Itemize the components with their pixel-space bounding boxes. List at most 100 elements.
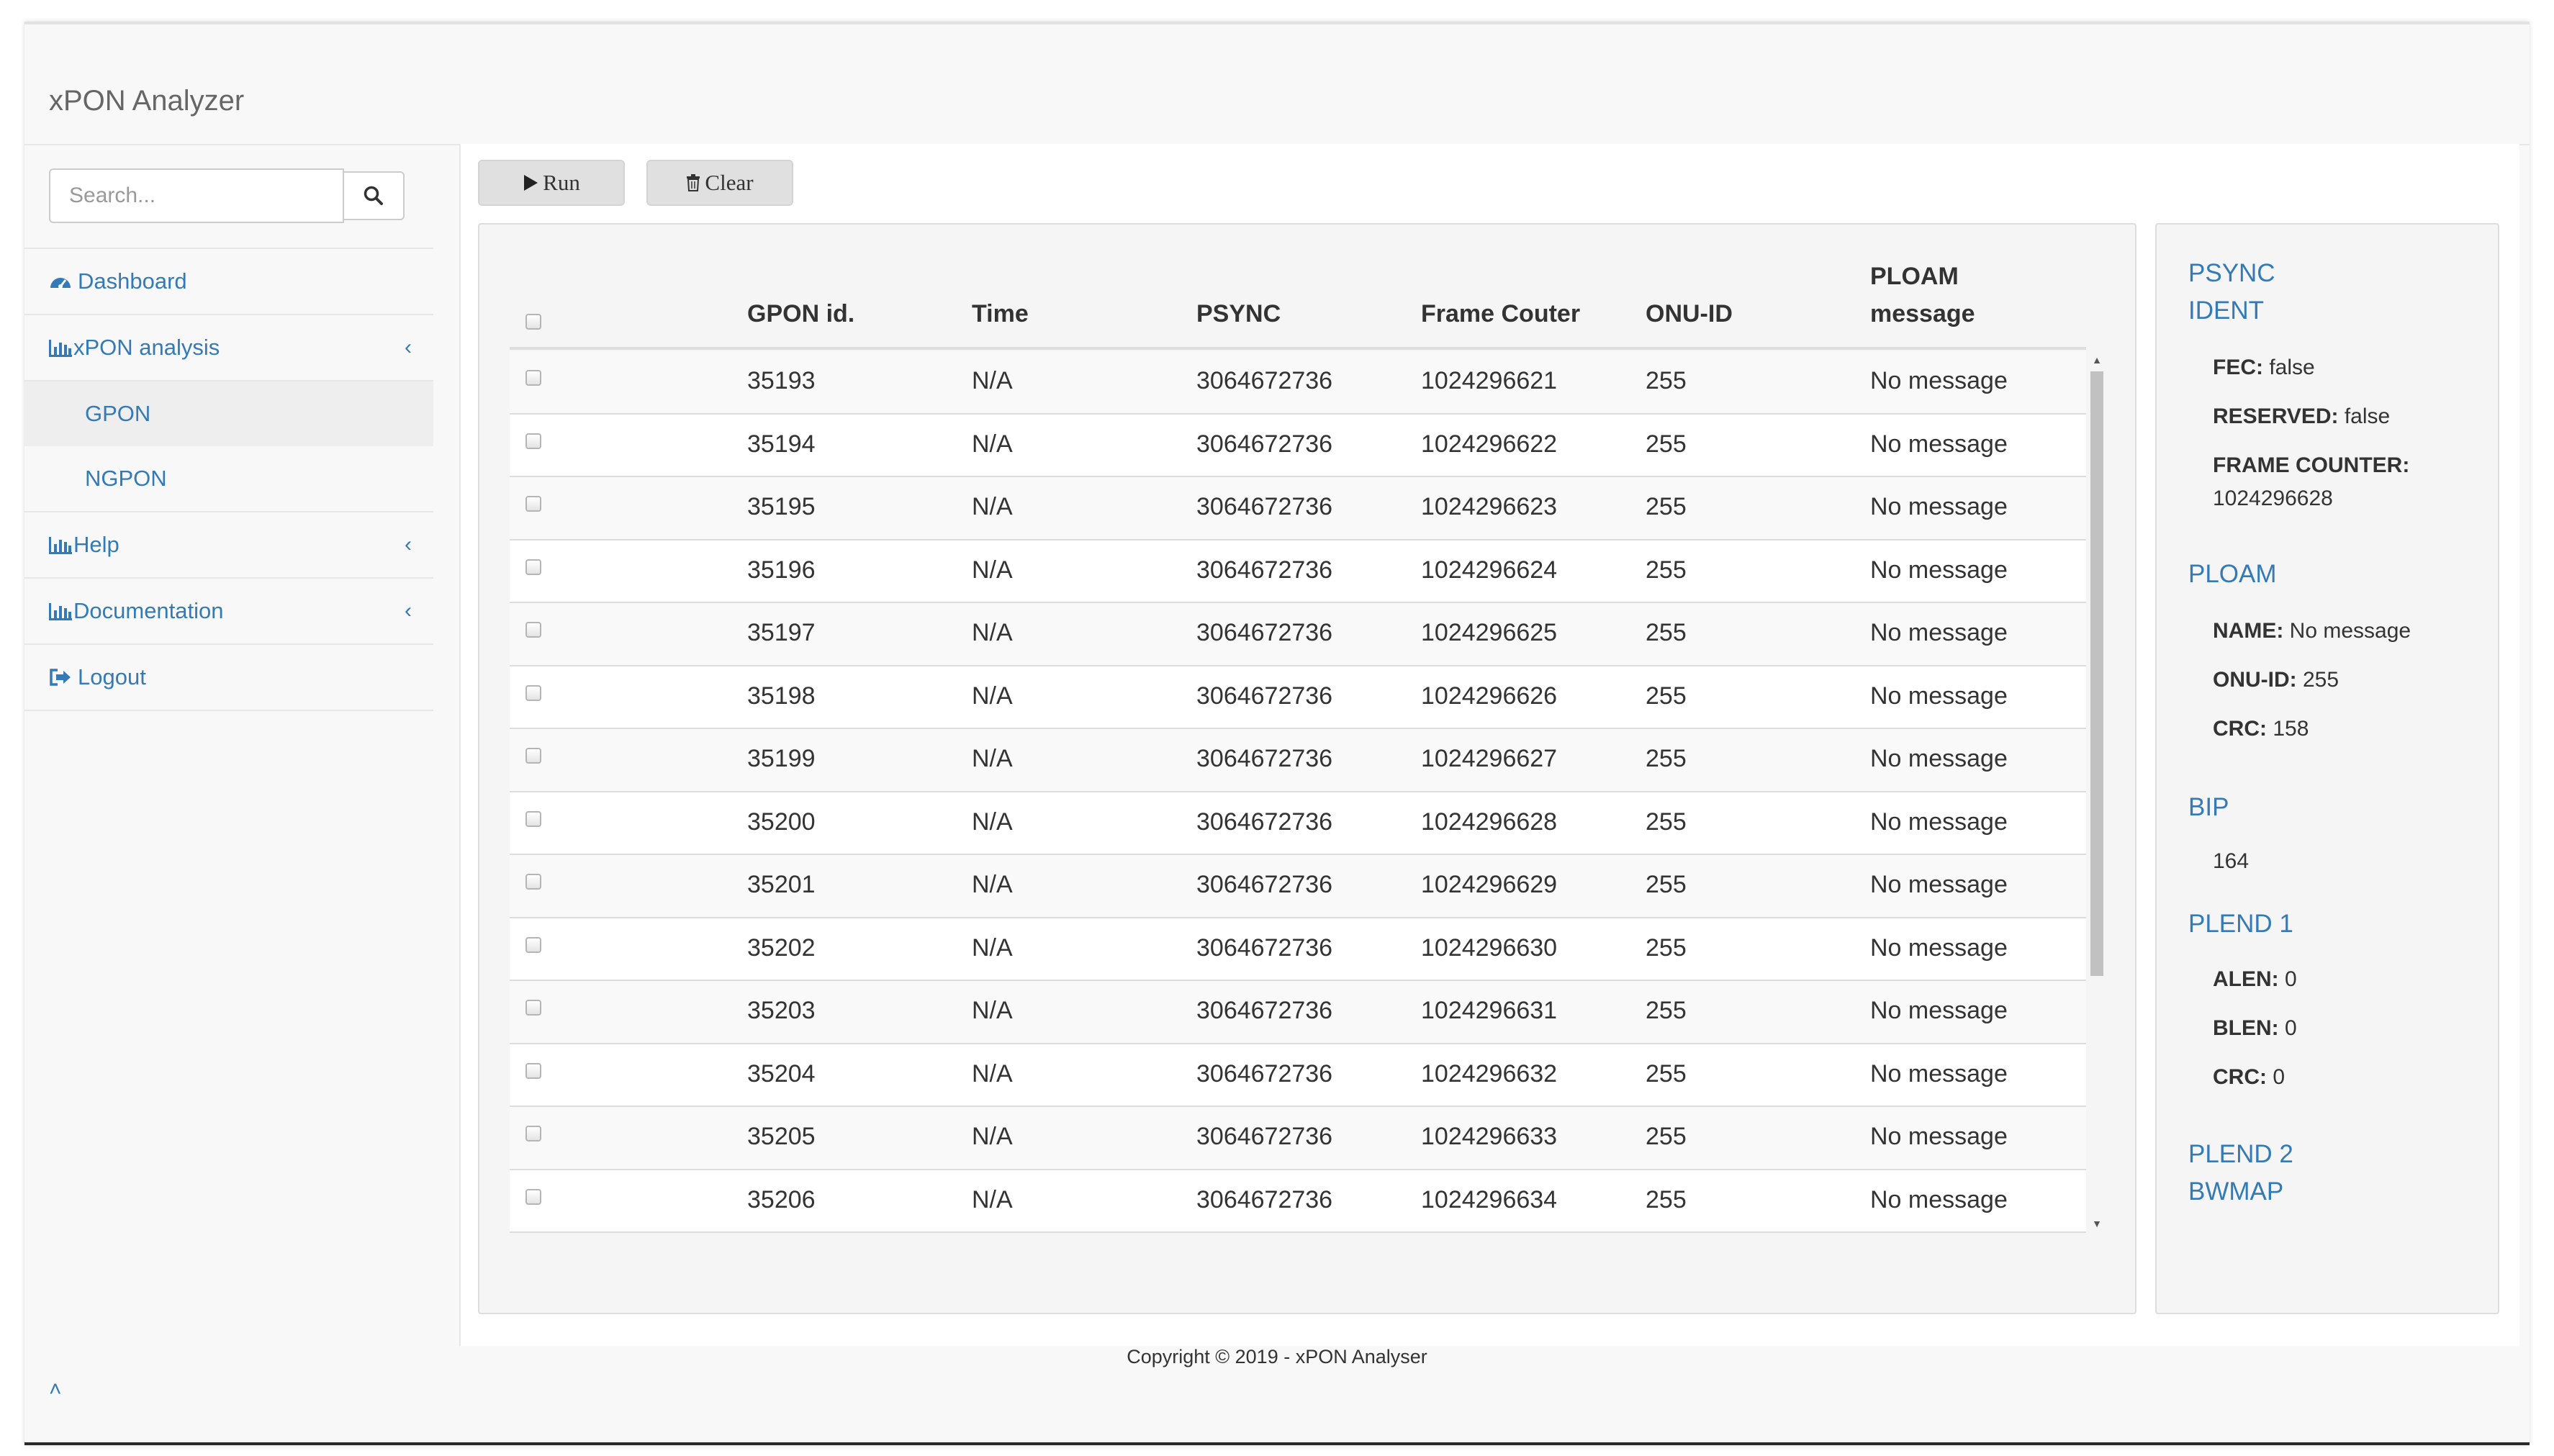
ploam-heading[interactable]: PLOAM xyxy=(2188,556,2277,593)
cell-onu-id: 255 xyxy=(1646,1059,1687,1088)
cell-frame-counter: 1024296623 xyxy=(1421,493,1558,520)
table-row[interactable]: 35205 N/A 3064672736 1024296633 255 No messag… xyxy=(510,1107,2086,1170)
bwmap-heading[interactable]: BWMAP xyxy=(2188,1173,2293,1211)
row-checkbox[interactable] xyxy=(525,622,541,638)
table-row[interactable]: 35195 N/A 3064672736 1024296623 255 No messag… xyxy=(510,477,2086,541)
cell-psync: 3064672736 xyxy=(1196,933,1333,962)
column-header-gpon-id[interactable]: GPON id. xyxy=(747,295,854,333)
select-all-checkbox[interactable] xyxy=(525,314,541,330)
ident-heading[interactable]: IDENT xyxy=(2188,292,2275,330)
psync-ident-section: PSYNC IDENT xyxy=(2188,255,2275,330)
psync-heading[interactable]: PSYNC xyxy=(2188,255,2275,292)
table-row[interactable]: 35196 N/A 3064672736 1024296624 255 No messag… xyxy=(510,540,2086,603)
cell-time: N/A xyxy=(972,808,1013,836)
row-checkbox[interactable] xyxy=(525,1126,541,1141)
scroll-down-arrow-icon[interactable]: ▼ xyxy=(2090,1218,2103,1229)
row-checkbox[interactable] xyxy=(525,433,541,449)
cell-onu-id: 255 xyxy=(1646,1123,1687,1150)
alen-value: 0 xyxy=(2285,967,2297,991)
table-scrollbar[interactable]: ▲ ▼ xyxy=(2088,351,2106,1232)
row-checkbox[interactable] xyxy=(525,1188,541,1205)
sidebar-item-label: Logout xyxy=(78,664,146,689)
table-row[interactable]: 35197 N/A 3064672736 1024296625 255 No messag… xyxy=(510,603,2086,666)
row-checkbox[interactable] xyxy=(525,810,541,827)
table-row[interactable]: 35201 N/A 3064672736 1024296629 255 No messag… xyxy=(510,855,2086,918)
column-header-psync[interactable]: PSYNC xyxy=(1196,295,1281,333)
cell-gpon-id: 35195 xyxy=(747,493,816,520)
main-content: Run Clear GPON id. Time PSYNC Frame Cout… xyxy=(459,144,2519,1346)
plend2-bwmap-section: PLEND 2 BWMAP xyxy=(2188,1136,2293,1211)
table-row[interactable]: 35193 N/A 3064672736 1024296621 255 No messag… xyxy=(510,351,2086,415)
cell-ploam-message: No message xyxy=(1870,745,2008,772)
column-header-frame-counter[interactable]: Frame Couter xyxy=(1421,295,1580,333)
bar-chart-icon xyxy=(49,599,73,623)
onu-id-row: ONU-ID: 255 xyxy=(2213,668,2339,692)
cell-frame-counter: 1024296629 xyxy=(1421,871,1558,898)
clear-button[interactable]: Clear xyxy=(646,160,793,206)
row-checkbox[interactable] xyxy=(525,1000,541,1016)
row-checkbox[interactable] xyxy=(525,1062,541,1079)
run-button[interactable]: Run xyxy=(478,160,625,206)
table-row[interactable]: 35194 N/A 3064672736 1024296622 255 No messag… xyxy=(510,414,2086,477)
search-button[interactable] xyxy=(343,171,405,220)
row-checkbox[interactable] xyxy=(525,559,541,575)
cell-psync: 3064672736 xyxy=(1196,493,1333,520)
row-checkbox[interactable] xyxy=(525,684,541,701)
table-row[interactable]: 35202 N/A 3064672736 1024296630 255 No messag… xyxy=(510,918,2086,981)
frames-table-panel: GPON id. Time PSYNC Frame Couter ONU-ID … xyxy=(478,223,2136,1314)
plend1-heading[interactable]: PLEND 1 xyxy=(2188,905,2293,943)
table-row[interactable]: 35206 N/A 3064672736 1024296634 255 No messag… xyxy=(510,1170,2086,1233)
table-row[interactable]: 35200 N/A 3064672736 1024296628 255 No messag… xyxy=(510,792,2086,855)
sidebar-item-xpon-analysis[interactable]: xPON analysis ‹ xyxy=(24,315,433,381)
sidebar-item-ngpon[interactable]: NGPON xyxy=(24,446,433,511)
scroll-up-arrow-icon[interactable]: ▲ xyxy=(2090,354,2103,366)
cell-psync: 3064672736 xyxy=(1196,808,1333,836)
table-body: 35193 N/A 3064672736 1024296621 255 No messag… xyxy=(510,351,2086,1233)
cell-gpon-id: 35193 xyxy=(747,367,816,394)
table-row[interactable]: 35203 N/A 3064672736 1024296631 255 No messag… xyxy=(510,981,2086,1044)
cell-psync: 3064672736 xyxy=(1196,556,1333,584)
submenu: GPON NGPON xyxy=(24,381,433,512)
search-input[interactable] xyxy=(49,168,344,223)
table-row[interactable]: 35198 N/A 3064672736 1024296626 255 No messag… xyxy=(510,666,2086,729)
row-checkbox[interactable] xyxy=(525,370,541,386)
plend-crc-label: CRC: xyxy=(2213,1065,2267,1089)
chevron-up-icon[interactable]: ˄ xyxy=(49,1378,62,1402)
chevron-left-icon: ‹ xyxy=(405,599,412,623)
column-header-onu-id[interactable]: ONU-ID xyxy=(1646,295,1733,333)
cell-time: N/A xyxy=(972,933,1013,962)
app-title[interactable]: xPON Analyzer xyxy=(49,85,244,117)
cell-time: N/A xyxy=(972,1185,1013,1213)
scrollbar-thumb[interactable] xyxy=(2090,371,2103,976)
app-frame: xPON Analyzer Das xyxy=(24,22,2530,1445)
cell-time: N/A xyxy=(972,1059,1013,1088)
table-row[interactable]: 35204 N/A 3064672736 1024296632 255 No messag… xyxy=(510,1044,2086,1107)
row-checkbox[interactable] xyxy=(525,874,541,890)
sidebar-item-gpon[interactable]: GPON xyxy=(24,381,433,446)
sidebar-item-logout[interactable]: Logout xyxy=(24,645,433,711)
trash-icon xyxy=(687,174,700,191)
cell-psync: 3064672736 xyxy=(1196,1123,1333,1150)
cell-time: N/A xyxy=(972,493,1013,520)
search-group xyxy=(49,168,409,223)
plend2-heading[interactable]: PLEND 2 xyxy=(2188,1136,2293,1173)
cell-onu-id: 255 xyxy=(1646,808,1687,836)
cell-psync: 3064672736 xyxy=(1196,745,1333,772)
sidebar-item-documentation[interactable]: Documentation ‹ xyxy=(24,579,433,645)
sidebar-item-label: xPON analysis xyxy=(73,335,220,360)
row-checkbox[interactable] xyxy=(525,496,541,512)
sidebar-item-dashboard[interactable]: Dashboard xyxy=(24,249,433,315)
sidebar-item-help[interactable]: Help ‹ xyxy=(24,512,433,579)
crc-row: CRC: 158 xyxy=(2213,717,2309,741)
row-checkbox[interactable] xyxy=(525,936,541,953)
row-checkbox[interactable] xyxy=(525,748,541,764)
cell-ploam-message: No message xyxy=(1870,1059,2008,1088)
cell-ploam-message: No message xyxy=(1870,933,2008,962)
bip-heading[interactable]: BIP xyxy=(2188,789,2229,826)
table-row[interactable]: 35199 N/A 3064672736 1024296627 255 No messag… xyxy=(510,729,2086,792)
cell-gpon-id: 35198 xyxy=(747,682,816,710)
bip-value: 164 xyxy=(2213,849,2250,873)
column-header-time[interactable]: Time xyxy=(972,295,1029,333)
cell-ploam-message: No message xyxy=(1870,493,2008,520)
column-header-ploam-message[interactable]: PLOAM message xyxy=(1870,258,1975,333)
